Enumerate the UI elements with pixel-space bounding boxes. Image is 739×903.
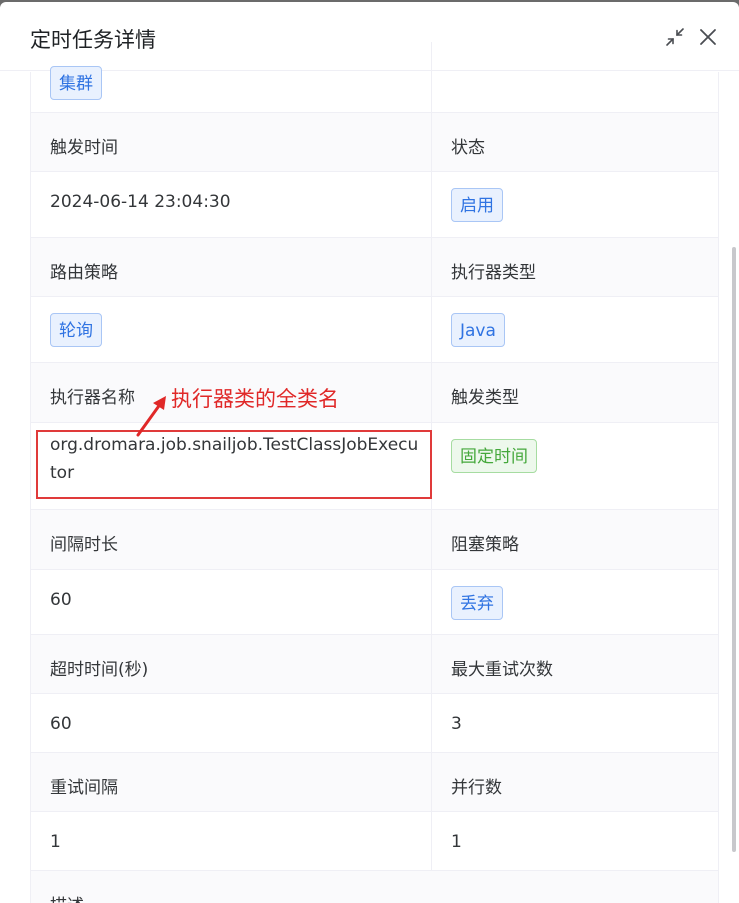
interval-label: 间隔时长: [50, 535, 118, 555]
table-row: 集群: [31, 42, 718, 113]
table-row: 1 1: [31, 812, 718, 871]
interval-value: 60: [50, 590, 72, 610]
trigger-type-label: 触发类型: [451, 388, 519, 408]
table-row: 2024-06-14 23:04:30 启用: [31, 172, 718, 238]
table-row: 超时时间(秒) 最大重试次数: [31, 635, 718, 694]
cluster-tag: 集群: [50, 66, 102, 100]
table-row: 60 丢弃: [31, 570, 718, 635]
block-strategy-label: 阻塞策略: [451, 535, 519, 555]
table-row: 60 3: [31, 694, 718, 753]
status-tag: 启用: [451, 188, 503, 222]
trigger-time-label: 触发时间: [50, 138, 118, 158]
parallel-label: 并行数: [451, 778, 502, 798]
task-detail-dialog: 定时任务详情 集群 触发时间 状态 2024-06-14 23:04:30 启用…: [0, 2, 739, 903]
table-cell: [432, 42, 718, 112]
trigger-type-tag: 固定时间: [451, 439, 537, 473]
max-retry-label: 最大重试次数: [451, 660, 553, 680]
retry-interval-label: 重试间隔: [50, 778, 118, 798]
table-row: 间隔时长 阻塞策略: [31, 510, 718, 570]
parallel-value: 1: [451, 832, 462, 852]
table-row: 描述: [31, 871, 718, 903]
route-strategy-tag: 轮询: [50, 313, 102, 347]
retry-interval-value: 1: [50, 832, 61, 852]
executor-type-tag: Java: [451, 313, 505, 347]
table-row: 路由策略 执行器类型: [31, 238, 718, 297]
scrollbar[interactable]: [732, 247, 736, 852]
table-row: 轮询 Java: [31, 297, 718, 363]
table-row: 重试间隔 并行数: [31, 753, 718, 812]
max-retry-value: 3: [451, 714, 462, 734]
annotation-text: 执行器类的全类名: [171, 387, 339, 411]
executor-name-label: 执行器名称: [50, 388, 135, 408]
timeout-value: 60: [50, 714, 72, 734]
table-cell: 集群: [31, 42, 432, 112]
trigger-time-value: 2024-06-14 23:04:30: [50, 192, 231, 212]
route-strategy-label: 路由策略: [50, 263, 118, 283]
block-strategy-tag: 丢弃: [451, 586, 503, 620]
status-label: 状态: [451, 138, 485, 158]
executor-highlight-box: [36, 430, 432, 499]
timeout-label: 超时时间(秒): [50, 660, 149, 680]
table-row: 触发时间 状态: [31, 113, 718, 172]
description-label: 描述: [50, 891, 84, 903]
executor-type-label: 执行器类型: [451, 263, 536, 283]
annotation-arrow-icon: [136, 396, 166, 437]
